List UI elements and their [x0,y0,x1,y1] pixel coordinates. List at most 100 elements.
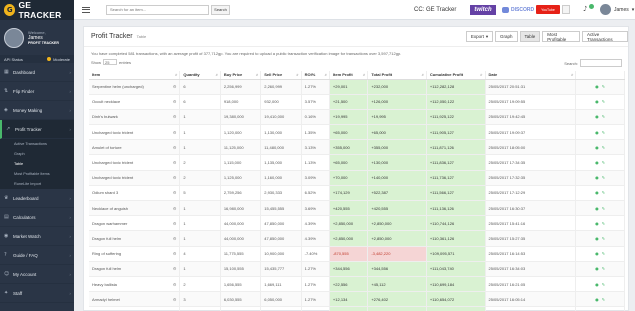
view-icon[interactable]: ● [595,145,599,150]
view-icon[interactable]: ● [595,160,599,165]
column-header[interactable]: Total Profit ⇵ [367,71,427,80]
search-button[interactable]: Search [211,4,230,15]
column-header[interactable]: Item Profit ⇵ [329,71,369,80]
cell-item[interactable]: Heavy ballista ⚙ [89,276,181,293]
brand[interactable]: G GE TRACKER [0,0,74,20]
column-header[interactable]: Cumulative Profit ⇵ [426,71,486,80]
settings-icon[interactable]: ⚙ [173,251,177,256]
page-length-select[interactable]: 25 [103,59,118,65]
settings-icon[interactable]: ⚙ [173,236,177,241]
subnav-item-most-profitable-items[interactable]: Most Profitable Items [0,169,74,179]
edit-icon[interactable]: ✎ [602,99,605,104]
settings-icon[interactable]: ⚙ [173,99,177,104]
view-icon[interactable]: ● [595,190,599,195]
edit-icon[interactable]: ✎ [602,297,605,302]
view-icon[interactable]: ● [595,282,599,287]
avatar[interactable] [4,27,24,48]
discord-link[interactable]: DISCORD [502,5,534,15]
settings-icon[interactable]: ⚙ [173,84,177,89]
tab-most-profitable[interactable]: Most Profitable [542,31,580,42]
bell-icon[interactable]: ♪ [583,5,587,13]
edit-icon[interactable]: ✎ [602,145,605,150]
view-icon[interactable]: ● [595,130,599,135]
view-icon[interactable]: ● [595,297,599,302]
settings-icon[interactable]: ⚙ [173,114,177,119]
sidebar-item-profit-tracker[interactable]: ↗ Profit Tracker › [0,120,74,139]
export-button[interactable]: Export ▾ [466,31,493,42]
settings-icon[interactable]: ⚙ [173,175,177,180]
tab-table[interactable]: Table [519,31,541,42]
cell-item[interactable]: Dragon warhammer ⚙ [89,215,181,232]
settings-icon[interactable]: ⚙ [173,221,177,226]
cell-item[interactable]: Uncharged toxic trident ⚙ [89,124,181,141]
menu-toggle-icon[interactable] [82,6,90,13]
tab-active-transactions[interactable]: Active Transactions [581,31,628,42]
settings-icon[interactable]: ⚙ [173,282,177,287]
edit-icon[interactable]: ✎ [602,251,605,256]
subnav-item-runelite-import[interactable]: RuneLite Import [0,179,74,189]
cell-item[interactable]: Necklace of anguish ⚙ [89,200,181,217]
sidebar-item-dashboard[interactable]: ▦ Dashboard › [0,63,74,82]
cell-item[interactable]: Armadyl helmet ⚙ [89,291,181,308]
cell-item[interactable]: Arcane prayer scroll ⚙ [89,306,181,311]
settings-icon[interactable]: ⚙ [173,130,177,135]
table-search-input[interactable] [580,59,622,67]
sidebar-item-market-watch[interactable]: ◉ Market Watch › [0,227,74,246]
settings-icon[interactable]: ⚙ [173,206,177,211]
edit-icon[interactable]: ✎ [602,175,605,180]
cell-item[interactable]: Dragon full helm ⚙ [89,261,181,277]
cell-item[interactable]: Serpentine helm (uncharged) ⚙ [89,79,181,95]
sidebar-item-guide-faq[interactable]: ? Guide / FAQ › [0,246,74,265]
cell-item[interactable]: Dinh's bulwark ⚙ [89,109,181,126]
edit-icon[interactable]: ✎ [602,160,605,165]
view-icon[interactable]: ● [595,114,599,119]
subnav-item-active-transactions[interactable]: Active Transactions [0,139,74,149]
edit-icon[interactable]: ✎ [602,282,605,287]
search-input[interactable] [106,4,209,15]
column-header[interactable]: Buy Price ⇵ [220,71,262,80]
settings-icon[interactable]: ⚙ [173,297,177,302]
edit-icon[interactable]: ✎ [602,266,605,271]
column-header[interactable] [575,71,625,80]
edit-icon[interactable]: ✎ [602,206,605,211]
view-icon[interactable]: ● [595,236,599,241]
view-icon[interactable]: ● [595,206,599,211]
subnav-item-table[interactable]: Table [0,159,74,169]
cell-item[interactable]: Uncharged toxic trident ⚙ [89,170,181,186]
sidebar-item-calculators[interactable]: ▤ Calculators › [0,208,74,227]
sidebar-item-my-account[interactable]: ☺ My Account › [0,265,74,284]
user-menu[interactable]: James ▾ [600,4,634,15]
edit-icon[interactable]: ✎ [602,114,605,119]
cell-item[interactable]: Occult necklace ⚙ [89,94,181,110]
settings-icon[interactable]: ⚙ [173,190,177,195]
sidebar-item-staff[interactable]: ✦ Staff › [0,284,74,303]
settings-icon[interactable]: ⚙ [173,160,177,165]
column-header[interactable]: Quantity ⇵ [179,71,221,80]
view-icon[interactable]: ● [595,99,599,104]
edit-icon[interactable]: ✎ [602,190,605,195]
settings-icon[interactable]: ⚙ [173,145,177,150]
column-header[interactable]: Item ⇵ [89,71,181,80]
edit-icon[interactable]: ✎ [602,84,605,89]
edit-icon[interactable]: ✎ [602,236,605,241]
cell-item[interactable]: Ring of suffering ⚙ [89,246,181,262]
view-icon[interactable]: ● [595,251,599,256]
sidebar-item-money-making[interactable]: ◈ Money Making › [0,101,74,120]
cell-item[interactable]: Dragon full helm ⚙ [89,230,181,247]
twitch-link[interactable]: twitch [470,5,496,15]
subnav-item-graph[interactable]: Graph [0,149,74,159]
cell-item[interactable]: Amulet of torture ⚙ [89,139,181,156]
edit-icon[interactable]: ✎ [602,130,605,135]
view-icon[interactable]: ● [595,221,599,226]
view-icon[interactable]: ● [595,84,599,89]
edit-icon[interactable]: ✎ [602,221,605,226]
cell-item[interactable]: Uncharged toxic trident ⚙ [89,154,181,171]
view-icon[interactable]: ● [595,175,599,180]
column-header[interactable]: Sell Price ⇵ [260,71,302,80]
column-header[interactable]: Date ⇵ [485,71,577,80]
cell-item[interactable]: Odium shard 3 ⚙ [89,185,181,202]
tab-graph[interactable]: Graph [495,31,518,42]
column-header[interactable]: ROI% ⇵ [301,71,330,80]
youtube-button[interactable]: YouTube [536,5,560,14]
sidebar-item-flip-finder[interactable]: ⇅ Flip Finder › [0,82,74,101]
